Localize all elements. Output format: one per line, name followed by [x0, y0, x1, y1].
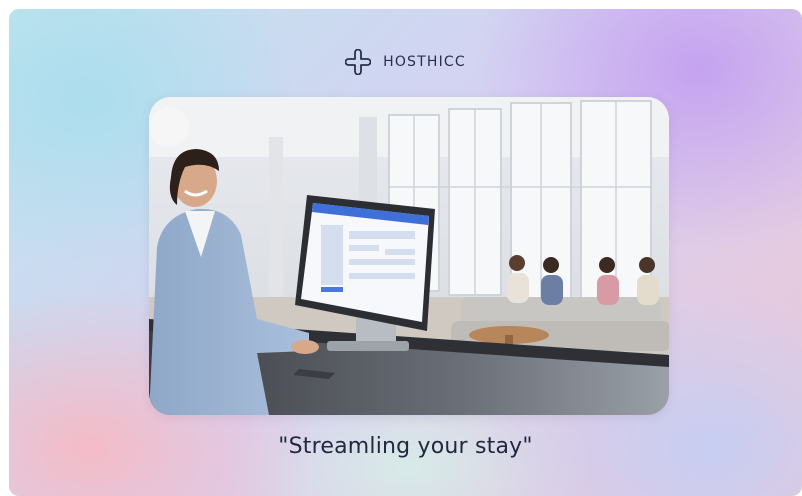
tagline: "Streamling your stay" [278, 434, 533, 459]
promo-card: HOSTHICC "Streamling your stay" [9, 9, 802, 496]
hero-photo [149, 97, 669, 415]
quatrefoil-logo-icon [345, 49, 372, 75]
lobby-illustration [149, 97, 669, 415]
brand-header: HOSTHICC [9, 49, 802, 75]
brand-name: HOSTHICC [383, 54, 466, 70]
